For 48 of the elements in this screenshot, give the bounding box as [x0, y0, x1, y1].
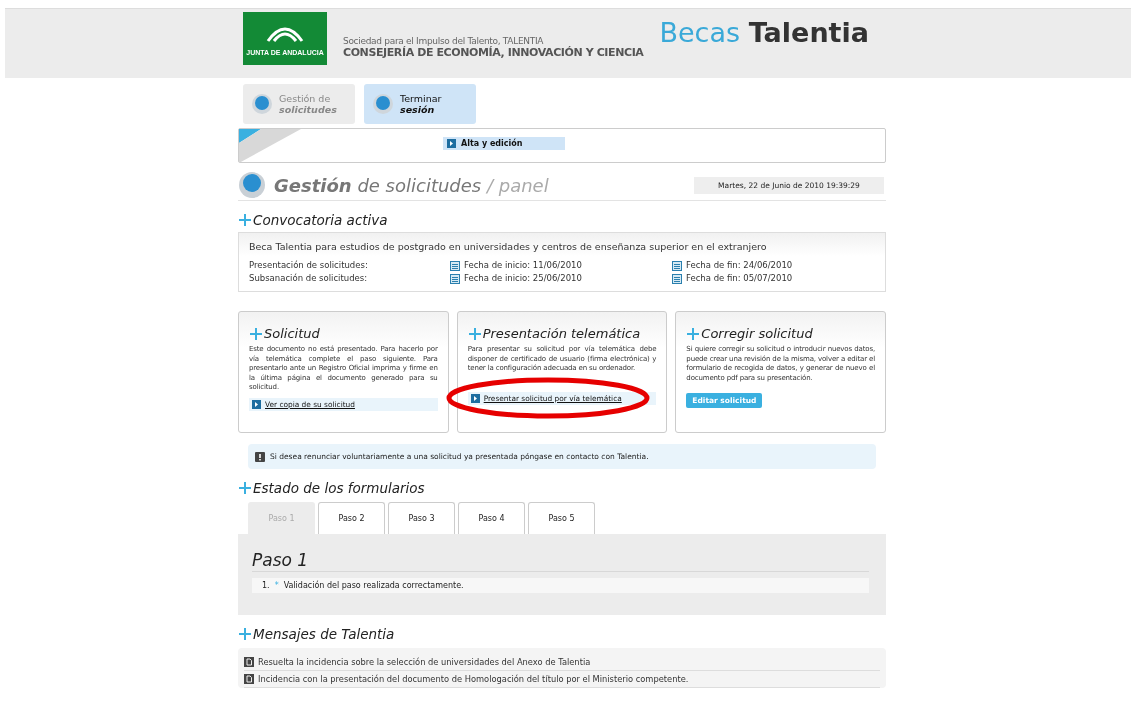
card-title: Presentación telemática — [482, 326, 641, 341]
orb-icon — [372, 93, 394, 115]
plus-icon — [238, 213, 252, 227]
document-icon — [244, 674, 254, 684]
section-heading: Mensajes de Talentia — [253, 626, 395, 642]
convocatoria-title: Beca Talentia para estudios de postgrado en universidades y centros de enseñanza superior en el extranjero — [249, 241, 768, 252]
step-tab[interactable]: Paso 3 — [388, 502, 455, 534]
end-date: Fecha de fin: 24/06/2010 — [686, 259, 793, 272]
start-date: Fecha de inicio: 25/06/2010 — [464, 272, 582, 285]
calendar-icon — [450, 273, 460, 284]
card-title: Corregir solicitud — [701, 326, 813, 341]
brand-logo: Becas Talentia — [659, 17, 869, 48]
date-label: Presentación de solicitudes: — [249, 259, 369, 272]
calendar-icon — [450, 260, 460, 271]
arrow-icon — [470, 393, 480, 403]
step-tab[interactable]: Paso 2 — [318, 502, 385, 534]
step-tab[interactable]: Paso 4 — [458, 502, 525, 534]
validation-text: Validación del paso realizada correctamente. — [283, 581, 464, 590]
calendar-icon — [672, 260, 682, 271]
end-date: Fecha de fin: 05/07/2010 — [686, 272, 793, 285]
item-number: 1. — [262, 581, 270, 590]
step-title: Paso 1 — [252, 550, 869, 572]
step-tab[interactable]: Paso 5 — [528, 502, 595, 534]
plus-icon — [467, 326, 482, 341]
orb-icon — [251, 93, 273, 115]
card-title: Solicitud — [264, 326, 320, 341]
org-name: Sociedad para el Impulso del Talento, TALENTIA — [343, 36, 545, 46]
document-icon — [244, 657, 254, 667]
item-marker: * — [274, 581, 279, 590]
ministry-name: CONSEJERÍA DE ECONOMÍA, INNOVACIÓN Y CIENCIA — [343, 46, 644, 59]
message-text: Resuelta la incidencia sobre la selección de universidades del Anexo de Talentia — [258, 657, 591, 667]
section-heading: Convocatoria activa — [253, 212, 388, 228]
nav-tab[interactable]: Terminar sesión — [364, 84, 476, 124]
date-label: Subsanación de solicitudes: — [249, 272, 369, 285]
plus-icon — [249, 326, 263, 341]
plus-icon — [238, 627, 252, 641]
plus-icon — [238, 481, 252, 495]
message-text: Incidencia con la presentación del documento de Homologación del título por el Ministerio competente. — [258, 674, 689, 684]
calendar-icon — [672, 273, 682, 284]
arrow-icon — [252, 399, 261, 409]
section-heading: Estado de los formularios — [253, 480, 425, 496]
alert-icon — [255, 451, 265, 462]
plus-icon — [686, 326, 701, 341]
panel-icon — [238, 171, 266, 199]
arrow-icon — [447, 139, 456, 148]
start-date: Fecha de inicio: 11/06/2010 — [464, 259, 582, 272]
page-title: Gestión de solicitudes / panel — [274, 174, 549, 196]
subnav-link[interactable]: Alta y edición — [443, 137, 565, 150]
